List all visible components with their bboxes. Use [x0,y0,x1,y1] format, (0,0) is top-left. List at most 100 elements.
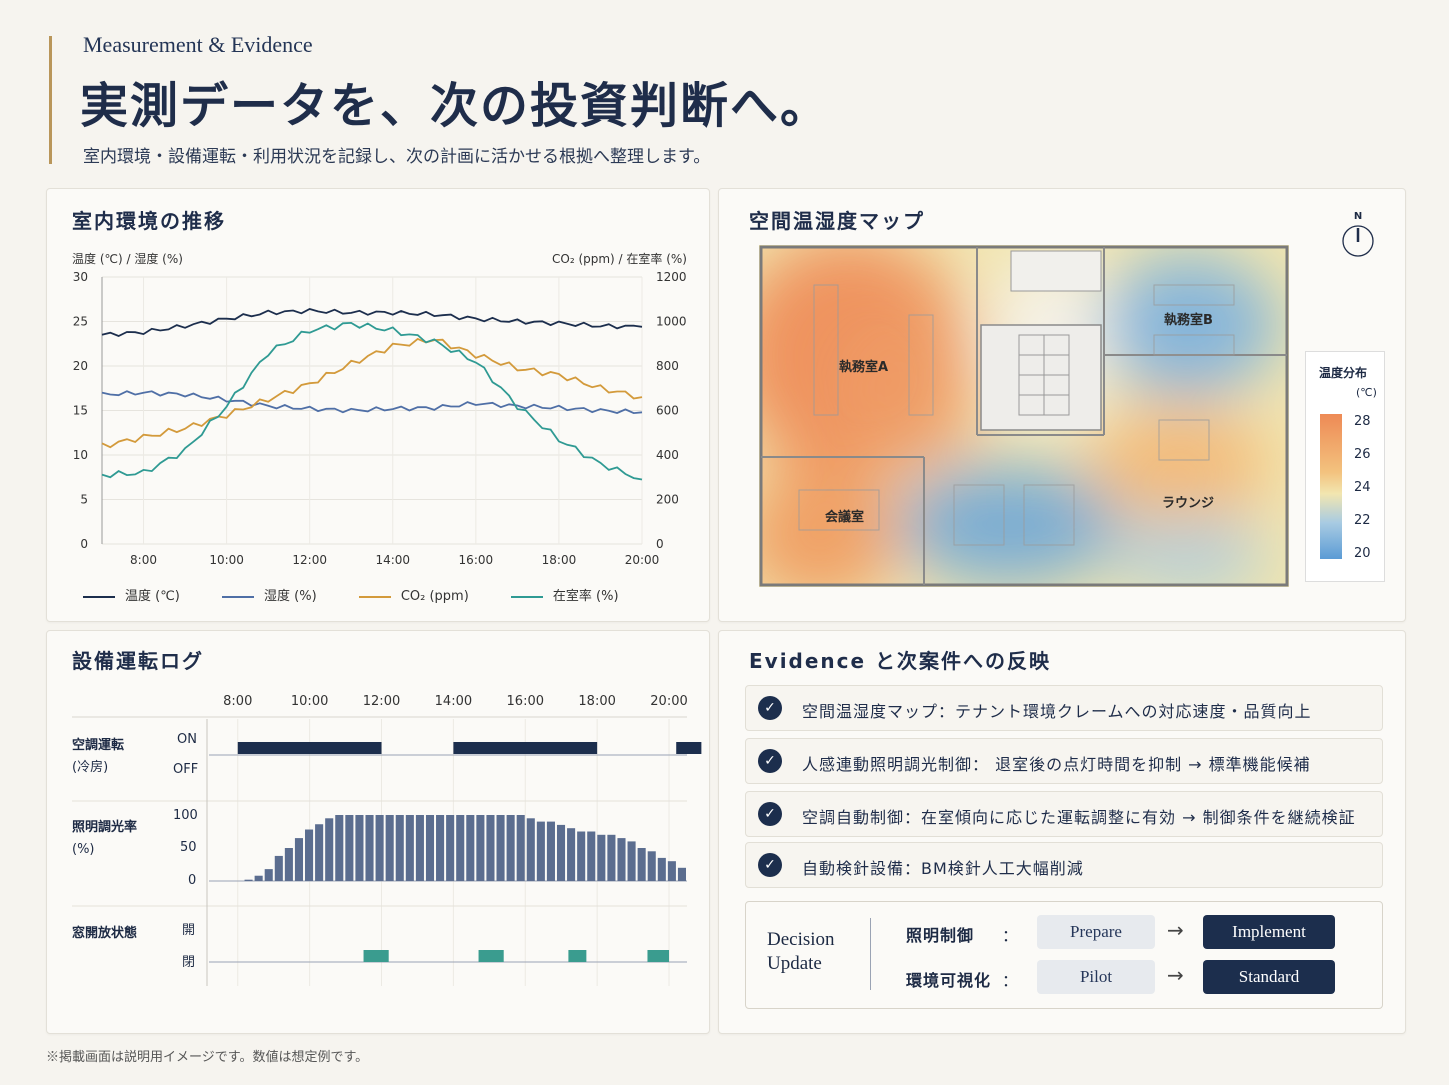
y2-tick-label: 1200 [656,270,687,284]
equipment-log-panel: 設備運転ログ 8:00 10:00 12:00 14:00 16:00 18:00 20:0… [46,630,710,1034]
lighting-bar [617,838,626,881]
arrow-icon: → [1167,963,1184,987]
lighting-bar [597,834,606,881]
window-label: 窓開放状態 [72,926,138,941]
lighting-bar [294,838,304,881]
room-label-lounge: ラウンジ [1162,496,1214,511]
chart-legend: 温度 (℃) 湿度 (%) CO₂ (ppm) 在室率 (%) [83,585,619,604]
y-tick-label: 20 [73,359,88,373]
evidence-item: ✓ 空間温湿度マップ：テナント環境クレームへの対応速度・品質向上 [745,685,1383,731]
hvac-label: 空調運転 (冷房) [72,738,125,775]
lighting-bar [657,857,666,881]
room-label-office-a: 執務室A [839,359,888,375]
hvac-on-bar [237,742,382,754]
heatmap-legend-scale [1320,414,1342,559]
lighting-tick: 50 [180,840,197,855]
heatmap-panel: 空間温湿度マップ N 執務室A 執務室B 会議室 ラウンジ 温度分布 (℃) 2… [718,188,1406,622]
lighting-bar [375,815,384,881]
check-icon: ✓ [758,802,782,826]
window-closed-label: 閉 [182,955,196,970]
lighting-bar [526,818,535,881]
lighting-bar [647,851,656,881]
series-line [101,337,643,449]
y2-tick-label: 400 [656,448,679,462]
room-label-office-b: 執務室B [1164,312,1213,328]
lighting-bar [577,831,586,881]
legend-tick: 20 [1354,546,1371,561]
window-open-bar [647,950,670,962]
decision-row-sep: ： [1002,926,1019,945]
decision-row-name: 照明制御 [906,926,975,945]
window-open-bar [363,950,389,962]
room-label-meeting: 会議室 [825,509,864,525]
time-tick-label: 8:00 [223,694,252,709]
env-chart-panel: 室内環境の推移 温度 (℃) / 湿度 (%) CO₂ (ppm) / 在室率 … [46,188,710,622]
x-tick-label: 10:00 [209,553,244,567]
arrow-icon: → [1167,918,1184,942]
lighting-bar [436,815,445,881]
hvac-on-bar [453,742,598,754]
time-tick-label: 18:00 [578,694,615,709]
time-tick-label: 14:00 [435,694,472,709]
y-tick-label: 15 [73,404,88,418]
header-eyebrow: Measurement & Evidence [83,32,313,57]
heatmap-legend: 温度分布 (℃) 28 26 24 22 20 [1305,351,1385,582]
y2-tick-label: 200 [656,493,679,507]
window-open-label: 開 [182,923,196,938]
y2-tick-label: 600 [656,404,679,418]
lighting-bar [254,875,263,881]
check-icon: ✓ [758,696,782,720]
x-tick-label: 12:00 [292,553,327,567]
legend-occupancy: 在室率 (%) [510,589,619,604]
lighting-bar [425,815,435,881]
lighting-bar [325,818,334,881]
lighting-bar [405,815,414,881]
lighting-bar [335,815,344,881]
legend-co2: CO₂ (ppm) [358,589,469,604]
evidence-panel: Evidence と次案件への反映 ✓ 空間温湿度マップ：テナント環境クレームへ… [718,630,1406,1034]
legend-humidity: 湿度 (%) [222,589,317,604]
time-tick-label: 10:00 [291,694,328,709]
lighting-bar [677,867,686,881]
lighting-bar [446,815,455,881]
status-pill-to: Standard [1203,960,1335,994]
series-line [101,390,643,415]
window-open-bar [568,950,587,962]
equipment-log-chart: 8:00 10:00 12:00 14:00 16:00 18:00 20:00 [72,694,702,986]
lighting-bar [587,831,596,881]
lighting-bar [365,815,374,881]
evidence-item: ✓ 自動検針設備：BM検針人工大幅削減 [745,842,1383,888]
floor-plan-heatmap: 執務室A 執務室B 会議室 ラウンジ [759,245,1289,587]
lighting-bar [284,848,293,881]
check-icon: ✓ [758,749,782,773]
x-tick-label: 18:00 [542,553,577,567]
x-tick-label: 16:00 [459,553,494,567]
page-description: 室内環境・設備運転・利用状況を記録し、次の計画に活かせる根拠へ整理します。 [83,147,711,167]
status-pill-from: Pilot [1037,960,1155,994]
header-accent-bar [49,36,52,164]
lighting-bar [385,815,394,881]
lighting-bar [476,815,485,881]
lighting-tick: 0 [188,873,197,888]
lighting-label: 照明調光率 (%) [72,820,138,857]
y-tick-label: 0 [80,537,88,551]
lighting-bar [506,815,515,881]
lighting-bar [556,824,566,881]
lighting-bar [486,815,495,881]
lighting-bar [516,815,525,881]
legend-temperature: 温度 (℃) [83,589,180,604]
legend-tick: 28 [1354,414,1371,429]
lighting-bar [607,834,616,881]
lighting-bar [496,815,505,881]
lighting-bar [546,821,555,881]
compass-icon: N [1341,211,1375,262]
y2-tick-label: 0 [656,537,664,551]
x-tick-label: 8:00 [130,553,157,567]
legend-tick: 24 [1354,480,1371,495]
status-pill-from: Prepare [1037,915,1155,949]
page-title: 実測データを、次の投資判断へ。 [80,78,831,134]
check-icon: ✓ [758,853,782,877]
hvac-on-bar [676,742,702,754]
decision-update-box: Decision Update 照明制御 ： Prepare → Impleme… [745,901,1383,1009]
evidence-panel-title: Evidence と次案件への反映 [749,649,1052,673]
